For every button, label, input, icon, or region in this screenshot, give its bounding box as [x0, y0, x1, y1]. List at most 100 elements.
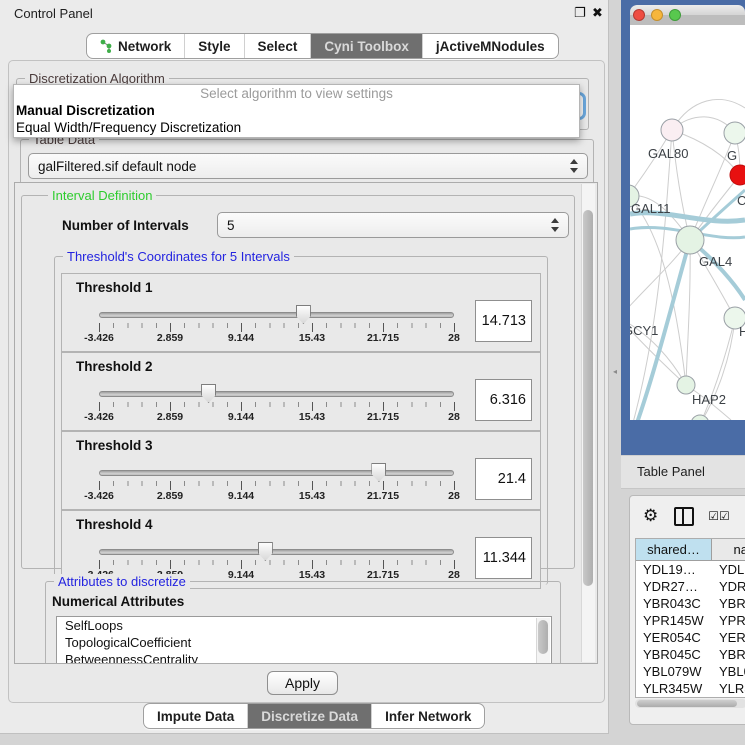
tick-label: -3.426 [84, 411, 114, 423]
list-item[interactable]: SelfLoops [57, 617, 551, 634]
columns-icon[interactable] [674, 507, 694, 526]
cell[interactable]: YPR145W [636, 612, 712, 629]
table-row[interactable]: YPR145W YPR1 [636, 612, 745, 629]
table-horizontal-scrollbar[interactable] [635, 699, 745, 708]
tab-impute-data[interactable]: Impute Data [144, 704, 248, 728]
threshold-4-slider[interactable] [99, 549, 454, 555]
cell[interactable]: YBR0 [712, 595, 745, 612]
table-panel-body: ⚙ ☑☑ shared… na YDL19… YDL1 YDR27… YDR2 … [629, 495, 745, 725]
table-row[interactable]: YDL19… YDL1 [636, 561, 745, 578]
table-data-group: Table Data galFiltered.sif default node [20, 139, 594, 185]
column-header-name[interactable]: na [712, 539, 745, 560]
attributes-group: Attributes to discretize Numerical Attri… [45, 581, 561, 664]
apply-button[interactable]: Apply [267, 671, 338, 695]
table-row[interactable]: YBL079W YBL0 [636, 663, 745, 680]
cell[interactable]: YBR0 [712, 646, 745, 663]
table-row[interactable]: YBR043C YBR0 [636, 595, 745, 612]
tab-network[interactable]: Network [87, 34, 185, 58]
dropdown-option-manual-discretization[interactable]: Manual Discretization [14, 102, 579, 119]
settings-scrollbar-thumb[interactable] [583, 210, 593, 586]
threshold-3-slider-thumb[interactable] [371, 463, 386, 482]
cell[interactable]: YER0 [712, 629, 745, 646]
table-row[interactable]: YER054C YER0 [636, 629, 745, 646]
tab-cyni-toolbox-label: Cyni Toolbox [324, 39, 409, 54]
cell[interactable]: YBL0 [712, 663, 745, 680]
slider-major-ticks [99, 323, 455, 332]
node-label-c: C [737, 193, 745, 208]
cell[interactable]: YDR2 [712, 578, 745, 595]
node-gal4[interactable] [676, 226, 704, 254]
cell[interactable]: YPR1 [712, 612, 745, 629]
number-of-intervals-combobox[interactable]: 5 [217, 212, 569, 238]
close-traffic-light-icon[interactable] [634, 10, 645, 21]
close-icon[interactable]: ✖ [592, 5, 603, 21]
table-panel-title: Table Panel [637, 464, 705, 479]
threshold-1-slider-thumb[interactable] [296, 305, 311, 324]
table-row[interactable]: YIL053C YIL0 [636, 697, 745, 698]
tab-discretize-data[interactable]: Discretize Data [248, 704, 372, 728]
tab-select[interactable]: Select [245, 34, 312, 58]
tab-style-label: Style [198, 39, 230, 54]
settings-scrollbar[interactable] [581, 184, 595, 662]
threshold-4-slider-thumb[interactable] [258, 542, 273, 561]
gear-icon[interactable]: ⚙ [643, 506, 658, 526]
tick-label: 2.859 [157, 332, 183, 344]
dropdown-option-equal-width[interactable]: Equal Width/Frequency Discretization [14, 119, 579, 136]
cell[interactable]: YLR345W [636, 680, 712, 697]
list-scrollbar-thumb[interactable] [538, 620, 548, 654]
cell[interactable]: YBR045C [636, 646, 712, 663]
tick-label: 28 [448, 411, 460, 423]
table-row[interactable]: YLR345W YLR3 [636, 680, 745, 697]
control-panel-tabbar: Network Style Select Cyni Toolbox jActiv… [86, 33, 559, 59]
cell[interactable]: YDL1 [712, 561, 745, 578]
table-row[interactable]: YDR27… YDR2 [636, 578, 745, 595]
tab-infer-network[interactable]: Infer Network [372, 704, 484, 728]
threshold-2-slider-thumb[interactable] [201, 384, 216, 403]
dropdown-placeholder-item[interactable]: Select algorithm to view settings [14, 85, 579, 102]
cell[interactable]: YBL079W [636, 663, 712, 680]
column-header-shared-name[interactable]: shared… [636, 539, 712, 560]
node-highlighted-red[interactable] [730, 165, 745, 185]
node-table[interactable]: shared… na YDL19… YDL1 YDR27… YDR2 YBR04… [635, 538, 745, 698]
threshold-1-value-field[interactable]: 14.713 [475, 300, 532, 342]
cell[interactable]: YLR3 [712, 680, 745, 697]
zoom-traffic-light-icon[interactable] [670, 10, 681, 21]
table-data-combobox[interactable]: galFiltered.sif default node [28, 153, 588, 179]
threshold-4-value-field[interactable]: 11.344 [475, 537, 532, 579]
table-horizontal-scrollbar-thumb[interactable] [637, 700, 737, 707]
tab-cyni-toolbox[interactable]: Cyni Toolbox [311, 34, 423, 58]
tab-jactivemnodules[interactable]: jActiveMNodules [423, 34, 558, 58]
list-item[interactable]: TopologicalCoefficient [57, 634, 551, 651]
tick-label: 15.43 [299, 332, 325, 344]
list-scrollbar[interactable] [536, 618, 550, 664]
threshold-3-value-field[interactable]: 21.4 [475, 458, 532, 500]
cell[interactable]: YIL0 [712, 697, 745, 698]
resize-handle-icon[interactable]: ◂ [613, 367, 620, 374]
select-columns-checkboxes-icon[interactable]: ☑☑ [708, 509, 730, 523]
bottom-tabbar: Impute Data Discretize Data Infer Networ… [143, 703, 485, 729]
cell[interactable]: YIL053C [636, 697, 712, 698]
network-view-window[interactable]: GAL80 G C GAL11 GAL4 GCY1 H HAP2 [621, 0, 745, 455]
tick-label: 21.715 [367, 332, 399, 344]
node-gal80[interactable] [661, 119, 683, 141]
threshold-2-value-field[interactable]: 6.316 [475, 379, 532, 421]
table-data-selected-value: galFiltered.sif default node [38, 159, 196, 174]
window-title: Control Panel [14, 6, 93, 21]
threshold-1-slider[interactable] [99, 312, 454, 318]
minimize-traffic-light-icon[interactable] [652, 10, 663, 21]
float-window-icon[interactable]: ❐ [574, 5, 586, 21]
node-label-gal4: GAL4 [699, 254, 732, 269]
tab-style[interactable]: Style [185, 34, 244, 58]
node-g[interactable] [724, 122, 745, 144]
cell[interactable]: YER054C [636, 629, 712, 646]
threshold-3-slider[interactable] [99, 470, 454, 476]
cell[interactable]: YBR043C [636, 595, 712, 612]
list-item[interactable]: BetweennessCentrality [57, 651, 551, 664]
table-row[interactable]: YBR045C YBR0 [636, 646, 745, 663]
threshold-2-slider[interactable] [99, 391, 454, 397]
numerical-attributes-list[interactable]: SelfLoops TopologicalCoefficient Between… [56, 616, 552, 664]
cell[interactable]: YDR27… [636, 578, 712, 595]
tab-jactivemnodules-label: jActiveMNodules [436, 39, 545, 54]
slider-major-ticks [99, 402, 455, 411]
cell[interactable]: YDL19… [636, 561, 712, 578]
